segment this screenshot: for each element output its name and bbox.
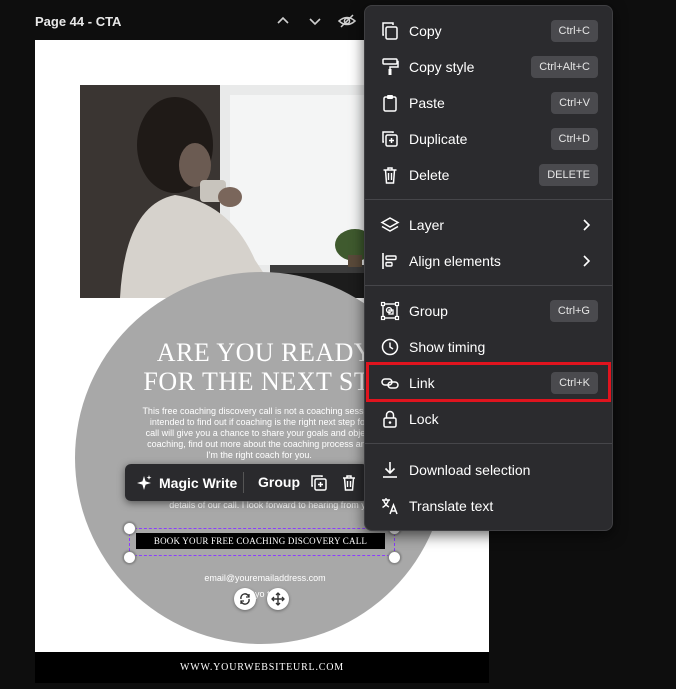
hide-page-icon[interactable] [336, 10, 358, 32]
chevron-down-icon[interactable] [304, 10, 326, 32]
menu-item-layer[interactable]: Layer [365, 207, 612, 243]
shortcut-badge: Ctrl+Alt+C [531, 56, 598, 78]
rotate-icon[interactable] [234, 588, 256, 610]
align-icon [380, 251, 400, 271]
shortcut-badge: DELETE [539, 164, 598, 186]
chevron-right-icon [578, 217, 594, 233]
shortcut-badge: Ctrl+D [550, 128, 598, 150]
magic-write-label: Magic Write [159, 474, 238, 491]
magic-write-button[interactable]: Magic Write [135, 464, 237, 501]
footer-website[interactable]: WWW.YOURWEBSITEURL.COM [35, 652, 489, 683]
link-highlight-box [366, 362, 611, 402]
move-icon[interactable] [267, 588, 289, 610]
menu-item-align-elements[interactable]: Align elements [365, 243, 612, 279]
menu-item-lock[interactable]: Lock [365, 401, 612, 437]
chevron-right-icon [578, 253, 594, 269]
menu-item-translate-text[interactable]: Translate text [365, 488, 612, 524]
menu-item-group[interactable]: Group Ctrl+G [365, 293, 612, 329]
contact-email[interactable]: email@youremailaddress.com [155, 573, 375, 583]
chevron-up-icon[interactable] [272, 10, 294, 32]
menu-item-duplicate[interactable]: Duplicate Ctrl+D [365, 121, 612, 157]
menu-item-show-timing[interactable]: Show timing [365, 329, 612, 365]
copy-icon [380, 21, 400, 41]
contact-social[interactable]: @yo tsuri [155, 589, 375, 599]
menu-item-delete[interactable]: Delete DELETE [365, 157, 612, 193]
resize-handle-top-left[interactable] [123, 522, 136, 535]
selection-frame [129, 528, 395, 556]
woman-laptop-photo[interactable] [80, 85, 410, 298]
download-icon [380, 460, 400, 480]
translate-icon [380, 496, 400, 516]
resize-handle-bottom-left[interactable] [123, 551, 136, 564]
duplicate-icon[interactable] [309, 473, 329, 493]
group-icon [380, 301, 400, 321]
menu-item-copy-style[interactable]: Copy style Ctrl+Alt+C [365, 49, 612, 85]
body-paragraph[interactable]: This free coaching discovery call is not… [125, 406, 393, 461]
menu-divider [365, 443, 612, 444]
menu-divider [365, 285, 612, 286]
body-paragraph-2[interactable]: details of our call. I look forward to h… [140, 500, 400, 511]
menu-item-paste[interactable]: Paste Ctrl+V [365, 85, 612, 121]
paint-roller-icon [380, 57, 400, 77]
trash-icon [380, 165, 400, 185]
duplicate-icon [380, 129, 400, 149]
menu-item-copy[interactable]: Copy Ctrl+C [365, 13, 612, 49]
page-title: Page 44 - CTA [35, 14, 122, 29]
shortcut-badge: Ctrl+C [550, 20, 598, 42]
menu-item-download-selection[interactable]: Download selection [365, 452, 612, 488]
shortcut-badge: Ctrl+V [551, 92, 598, 114]
clock-icon [380, 337, 400, 357]
lock-icon [380, 409, 400, 429]
shortcut-badge: Ctrl+G [549, 300, 598, 322]
toolbar-divider [243, 472, 244, 493]
sparkle-icon [137, 474, 152, 490]
clipboard-icon [380, 93, 400, 113]
toolbar-group-button[interactable]: Group [258, 464, 300, 501]
menu-divider [365, 199, 612, 200]
trash-icon[interactable] [339, 473, 359, 493]
context-menu: Copy Ctrl+C Copy style Ctrl+Alt+C Paste … [364, 5, 613, 531]
layers-icon [380, 215, 400, 235]
resize-handle-bottom-right[interactable] [388, 551, 401, 564]
floating-toolbar: Magic Write Group [125, 464, 368, 501]
